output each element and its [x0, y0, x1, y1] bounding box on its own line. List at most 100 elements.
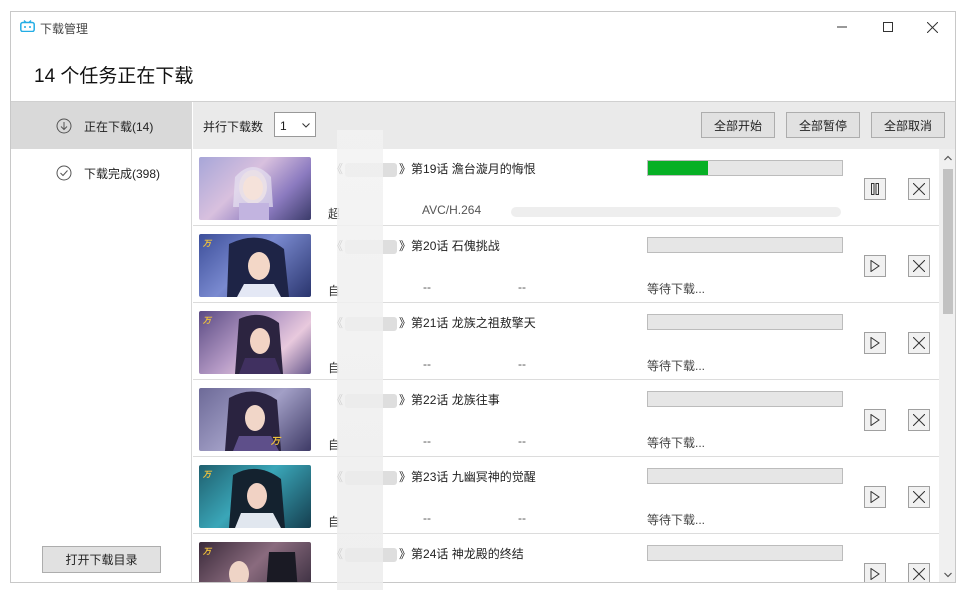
- download-progress-bar: [647, 545, 843, 561]
- list-item: 万 《》第23话 九幽冥神的觉醒 自 -- -- 等待下载...: [193, 457, 939, 534]
- download-progress-bar: [647, 468, 843, 484]
- task-speed: --: [518, 357, 526, 371]
- episode-thumbnail: 万: [199, 542, 311, 582]
- series-logo: 万: [203, 239, 211, 248]
- series-logo: 万: [203, 316, 211, 325]
- sidebar-item-label: 正在下载(14): [84, 120, 154, 134]
- bilibili-tv-icon: [20, 20, 35, 32]
- character-image: [229, 552, 298, 582]
- window-title: 下载管理: [40, 22, 89, 36]
- list-item: 万 《》第24话 神龙殿的终结: [193, 534, 939, 582]
- close-icon: [913, 260, 925, 272]
- delete-task-button[interactable]: [908, 255, 930, 277]
- character-image: [233, 167, 273, 220]
- character-image: [229, 468, 285, 528]
- download-icon: [56, 118, 72, 134]
- scroll-thumb[interactable]: [943, 169, 953, 314]
- start-button[interactable]: [864, 255, 886, 277]
- task-speed: --: [518, 511, 526, 525]
- task-status: 等待下载...: [647, 282, 706, 296]
- download-manager-window: 下载管理 14 个任务正在下载 正在下载(14) 下载完成(398) 打开下载目…: [10, 11, 956, 583]
- delete-task-button[interactable]: [908, 486, 930, 508]
- vertical-scrollbar[interactable]: [939, 149, 955, 582]
- chevron-up-icon: [944, 155, 952, 161]
- sidebar-item-downloading[interactable]: 正在下载(14): [11, 102, 192, 149]
- toolbar: 并行下载数 1 全部开始 全部暂停 全部取消: [193, 102, 955, 149]
- character-image: [235, 314, 283, 374]
- close-icon: [926, 21, 938, 33]
- cancel-all-button[interactable]: 全部取消: [871, 112, 945, 138]
- download-progress-bar: [647, 314, 843, 330]
- redacted-text: [337, 130, 383, 590]
- episode-thumbnail: 万: [199, 465, 311, 528]
- close-icon: [913, 337, 925, 349]
- close-window-button[interactable]: [909, 12, 955, 42]
- maximize-button[interactable]: [865, 12, 911, 42]
- start-button[interactable]: [864, 409, 886, 431]
- list-item: 万 《》第20话 石傀挑战 自 -- -- 等待下载...: [193, 226, 939, 303]
- title-bar: 下载管理: [11, 12, 955, 42]
- pause-icon: [871, 183, 879, 195]
- minimize-button[interactable]: [819, 12, 865, 42]
- list-item: 万 《》第21话 龙族之祖敖擎天 自 -- -- 等待下载...: [193, 303, 939, 380]
- task-size: --: [423, 357, 431, 371]
- list-item: 万 《》第22话 龙族往事 自 -- -- 等待下载...: [193, 380, 939, 457]
- redacted-text: [511, 207, 841, 217]
- play-icon: [870, 568, 880, 580]
- task-size: --: [423, 434, 431, 448]
- series-logo: 万: [203, 470, 211, 479]
- sidebar-item-label: 下载完成(398): [84, 167, 161, 181]
- start-all-button[interactable]: 全部开始: [701, 112, 775, 138]
- task-size: --: [423, 280, 431, 294]
- pause-all-button[interactable]: 全部暂停: [786, 112, 860, 138]
- delete-task-button[interactable]: [908, 178, 930, 200]
- parallel-downloads-value: 1: [280, 119, 287, 133]
- list-item: 《》第19话 澹台漩月的悔恨 超 AVC/H.264: [193, 149, 939, 226]
- download-progress-bar: [647, 391, 843, 407]
- close-icon: [913, 491, 925, 503]
- open-download-folder-button[interactable]: 打开下载目录: [42, 546, 161, 573]
- scroll-down-button[interactable]: [939, 568, 955, 582]
- play-icon: [870, 337, 880, 349]
- scroll-up-button[interactable]: [939, 151, 955, 165]
- play-icon: [870, 491, 880, 503]
- task-status: 等待下载...: [647, 513, 706, 527]
- delete-task-button[interactable]: [908, 409, 930, 431]
- close-icon: [913, 183, 925, 195]
- start-button[interactable]: [864, 486, 886, 508]
- parallel-downloads-select[interactable]: 1: [274, 112, 316, 137]
- progress-fill: [648, 161, 709, 175]
- task-size: --: [423, 511, 431, 525]
- play-icon: [870, 260, 880, 272]
- task-status: 等待下载...: [647, 359, 706, 373]
- check-circle-icon: [56, 165, 72, 181]
- delete-task-button[interactable]: [908, 563, 930, 582]
- download-progress-bar: [647, 160, 843, 176]
- character-image: 万: [225, 391, 282, 451]
- download-progress-bar: [647, 237, 843, 253]
- close-icon: [913, 414, 925, 426]
- episode-thumbnail: 万: [199, 388, 311, 451]
- start-button[interactable]: [864, 332, 886, 354]
- download-panel: 并行下载数 1 全部开始 全部暂停 全部取消 《》: [193, 102, 955, 582]
- parallel-downloads-label: 并行下载数: [203, 120, 264, 134]
- character-image: [227, 237, 289, 297]
- maximize-icon: [883, 22, 893, 32]
- series-logo: 万: [203, 547, 211, 556]
- episode-thumbnail: 万: [199, 311, 311, 374]
- task-speed: --: [518, 434, 526, 448]
- task-codec: AVC/H.264: [422, 203, 482, 217]
- page-title: 14 个任务正在下载: [34, 66, 194, 87]
- sidebar: 正在下载(14) 下载完成(398) 打开下载目录: [11, 102, 192, 582]
- sidebar-item-completed[interactable]: 下载完成(398): [11, 149, 192, 196]
- task-speed: --: [518, 280, 526, 294]
- pause-button[interactable]: [864, 178, 886, 200]
- chevron-down-icon: [944, 572, 952, 578]
- play-icon: [870, 414, 880, 426]
- delete-task-button[interactable]: [908, 332, 930, 354]
- task-status: 等待下载...: [647, 436, 706, 450]
- chevron-down-icon: [302, 123, 310, 128]
- close-icon: [913, 568, 925, 580]
- download-list: 《》第19话 澹台漩月的悔恨 超 AVC/H.264 万: [193, 149, 939, 582]
- start-button[interactable]: [864, 563, 886, 582]
